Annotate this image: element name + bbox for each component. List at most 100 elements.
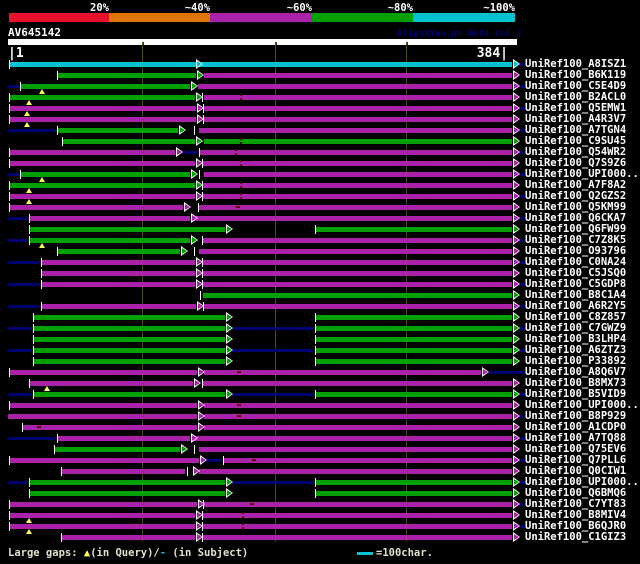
alignment-segment bbox=[33, 326, 225, 331]
strand-arrow-fill bbox=[514, 72, 519, 78]
strand-arrow-fill bbox=[180, 127, 185, 133]
strand-arrow-fill bbox=[514, 226, 519, 232]
boundary-tick bbox=[33, 357, 34, 366]
alignment-segment bbox=[8, 85, 19, 88]
boundary-tick bbox=[315, 346, 316, 355]
alignment-segment bbox=[8, 217, 28, 220]
alignment-segment bbox=[203, 194, 512, 199]
alignment-segment bbox=[29, 216, 190, 221]
boundary-tick bbox=[9, 104, 10, 113]
strand-arrow-fill bbox=[227, 490, 232, 496]
strand-arrow-fill bbox=[195, 380, 200, 386]
strand-arrow-fill bbox=[514, 512, 519, 518]
alignment-segment bbox=[9, 117, 196, 122]
boundary-tick bbox=[200, 291, 201, 300]
strand-arrow-fill bbox=[514, 391, 519, 397]
alignment-segment bbox=[20, 84, 190, 89]
boundary-tick bbox=[20, 170, 21, 179]
alignment-segment bbox=[9, 95, 195, 100]
strand-arrow-fill bbox=[197, 193, 202, 199]
alignment-segment bbox=[204, 304, 512, 309]
boundary-tick bbox=[9, 456, 10, 465]
alignment-segment bbox=[33, 348, 225, 353]
alignment-segment bbox=[231, 393, 314, 396]
alignment-segment bbox=[9, 524, 195, 529]
alignment-segment bbox=[199, 128, 512, 133]
boundary-tick bbox=[9, 511, 10, 520]
boundary-tick bbox=[9, 93, 10, 102]
strand-arrow-fill bbox=[514, 259, 519, 265]
strand-arrow-fill bbox=[182, 248, 187, 254]
strand-arrow-fill bbox=[227, 347, 232, 353]
strand-arrow-fill bbox=[197, 270, 202, 276]
alignment-segment bbox=[9, 370, 197, 375]
alignment-segment bbox=[231, 481, 314, 484]
strand-arrow-fill bbox=[514, 424, 519, 430]
strand-arrow-fill bbox=[514, 347, 519, 353]
row-label[interactable]: UniRef100_C1GIZ3 bbox=[525, 532, 626, 543]
gap-legend-prefix: Large gaps: bbox=[8, 547, 84, 559]
hundred-char-scale-label: =100char. bbox=[376, 547, 433, 559]
alignment-segment bbox=[8, 327, 32, 330]
strand-arrow-fill bbox=[197, 512, 202, 518]
alignment-segment bbox=[9, 403, 197, 408]
alignment-segment bbox=[316, 491, 512, 496]
alignment-segment bbox=[203, 183, 512, 188]
strand-arrow-fill bbox=[199, 402, 204, 408]
boundary-tick bbox=[22, 423, 23, 432]
alignment-segment bbox=[8, 481, 28, 484]
boundary-tick bbox=[57, 434, 58, 443]
strand-arrow-fill bbox=[514, 380, 519, 386]
alignment-segment bbox=[204, 139, 512, 144]
gap-legend-suffix: (in Subject) bbox=[166, 547, 249, 559]
boundary-tick bbox=[199, 170, 200, 179]
strand-arrow-fill bbox=[514, 204, 519, 210]
alignment-segment bbox=[20, 172, 190, 177]
boundary-tick bbox=[187, 467, 188, 476]
strand-arrow-fill bbox=[514, 292, 519, 298]
alignment-segment bbox=[55, 447, 180, 452]
strand-arrow-fill bbox=[514, 314, 519, 320]
boundary-tick bbox=[41, 280, 42, 289]
strand-arrow-fill bbox=[177, 149, 182, 155]
subject-gap-marker bbox=[252, 459, 256, 461]
strand-arrow-fill bbox=[514, 248, 519, 254]
alignment-segment bbox=[61, 535, 195, 540]
strand-arrow-fill bbox=[514, 501, 519, 507]
boundary-tick bbox=[29, 214, 30, 223]
alignment-segment bbox=[316, 315, 512, 320]
boundary-tick bbox=[9, 500, 10, 509]
alignment-row[interactable]: UniRef100_C1GIZ3 bbox=[0, 532, 640, 543]
boundary-tick bbox=[194, 445, 195, 454]
strand-arrow-fill bbox=[514, 270, 519, 276]
alignment-segment bbox=[9, 183, 195, 188]
alignment-segment bbox=[204, 73, 512, 78]
boundary-tick bbox=[194, 126, 195, 135]
strand-arrow-fill bbox=[201, 457, 206, 463]
alignment-segment bbox=[316, 348, 512, 353]
strand-arrow-fill bbox=[185, 204, 190, 210]
alignment-segment bbox=[231, 349, 314, 352]
alignment-segment bbox=[203, 271, 512, 276]
boundary-tick bbox=[33, 313, 34, 322]
alignment-segment bbox=[9, 150, 175, 155]
boundary-tick bbox=[9, 192, 10, 201]
strand-arrow-fill bbox=[227, 336, 232, 342]
boundary-tick bbox=[315, 390, 316, 399]
strand-arrow-fill bbox=[192, 435, 197, 441]
strand-arrow-fill bbox=[227, 479, 232, 485]
boundary-tick bbox=[223, 456, 224, 465]
alignment-segment bbox=[193, 436, 512, 441]
strand-arrow-fill bbox=[199, 424, 204, 430]
alignment-segment bbox=[224, 458, 512, 463]
alignment-segment bbox=[41, 271, 195, 276]
alignment-segment bbox=[489, 371, 527, 374]
alignment-segment bbox=[199, 469, 512, 474]
alignment-segment bbox=[61, 469, 185, 474]
strand-arrow-fill bbox=[199, 369, 204, 375]
boundary-tick bbox=[315, 335, 316, 344]
strand-arrow-fill bbox=[197, 281, 202, 287]
alignment-segment bbox=[203, 282, 512, 287]
strand-arrow-fill bbox=[514, 83, 519, 89]
strand-arrow-fill bbox=[192, 215, 197, 221]
